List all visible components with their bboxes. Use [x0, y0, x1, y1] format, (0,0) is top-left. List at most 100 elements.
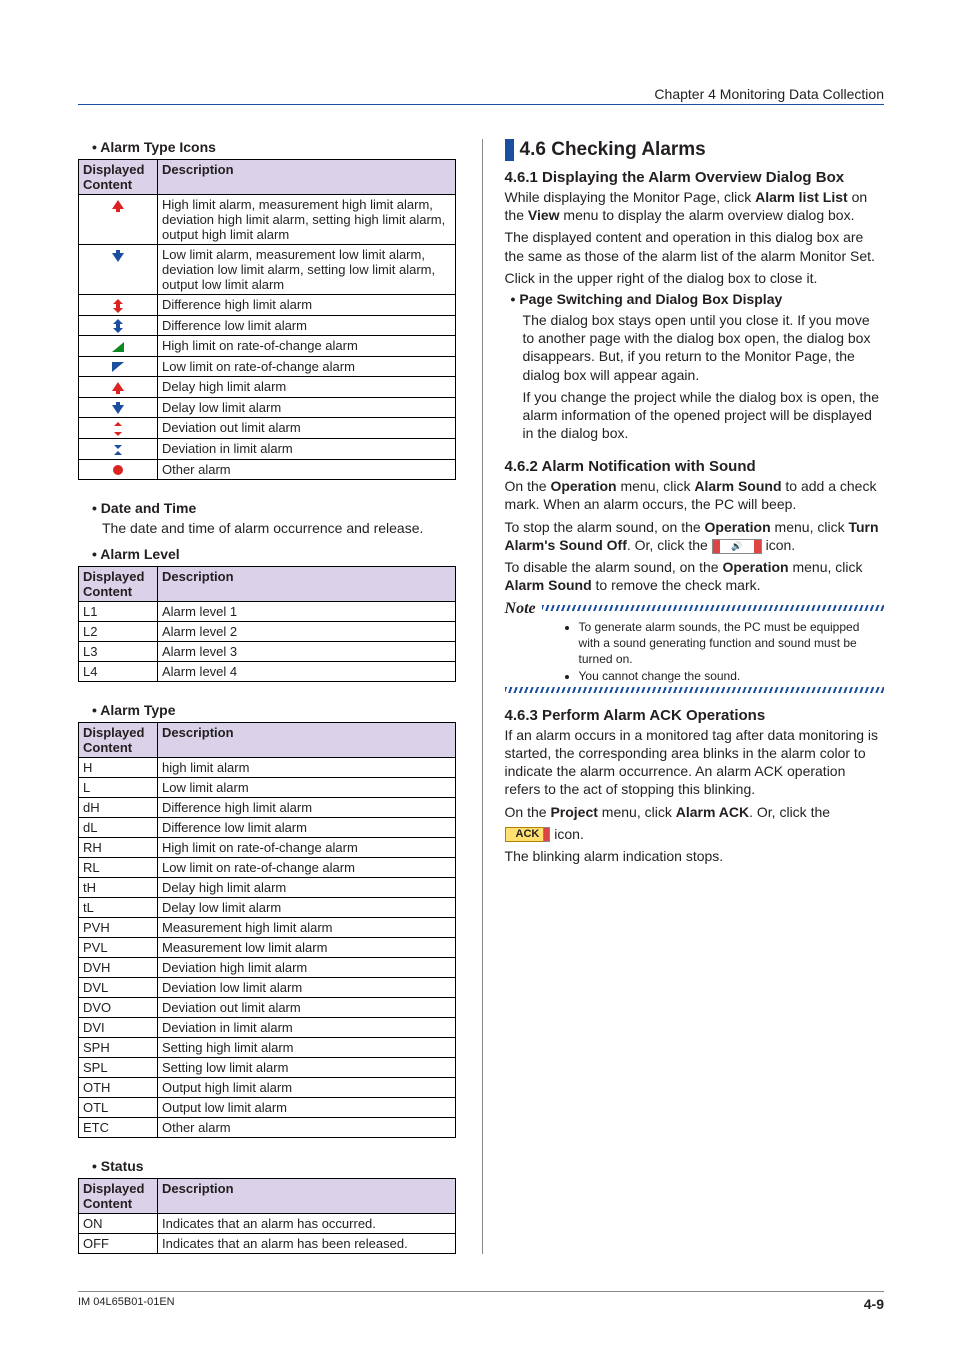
td: Alarm level 2	[158, 621, 456, 641]
td: Deviation in limit alarm	[158, 438, 456, 459]
td: Setting high limit alarm	[158, 1037, 456, 1057]
td: Low limit on rate-of-change alarm	[158, 857, 456, 877]
section-4-6-1: 4.6.1 Displaying the Alarm Overview Dial…	[505, 169, 884, 186]
td: Difference low limit alarm	[158, 817, 456, 837]
section-4-6-2: 4.6.2 Alarm Notification with Sound	[505, 458, 884, 475]
td: DVI	[79, 1017, 158, 1037]
low-limit-icon	[110, 249, 126, 263]
heading-status: Status	[92, 1158, 456, 1174]
right-column: 4.6 Checking Alarms 4.6.1 Displaying the…	[482, 139, 884, 1254]
td: Output high limit alarm	[158, 1077, 456, 1097]
td: Measurement high limit alarm	[158, 917, 456, 937]
td: Low limit on rate-of-change alarm	[158, 356, 456, 377]
heading-alarm-type-icons: Alarm Type Icons	[92, 139, 456, 155]
td: Deviation low limit alarm	[158, 977, 456, 997]
section-4-6-3: 4.6.3 Perform Alarm ACK Operations	[505, 707, 884, 724]
td: DVL	[79, 977, 158, 997]
td: RL	[79, 857, 158, 877]
td: Alarm level 1	[158, 601, 456, 621]
th: Description	[158, 566, 456, 601]
text: On the Project menu, click Alarm ACK. Or…	[505, 803, 884, 821]
text: The displayed content and operation in t…	[505, 228, 884, 264]
td: PVL	[79, 937, 158, 957]
td: DVH	[79, 957, 158, 977]
th: Displayed Content	[79, 1178, 158, 1213]
roc-low-icon	[110, 360, 126, 374]
th: Description	[158, 1178, 456, 1213]
td: Delay high limit alarm	[158, 877, 456, 897]
td: L2	[79, 621, 158, 641]
td: Delay low limit alarm	[158, 397, 456, 418]
td: ON	[79, 1213, 158, 1233]
left-column: Alarm Type Icons Displayed Content Descr…	[78, 139, 456, 1254]
td: dL	[79, 817, 158, 837]
alarm-sound-button-icon: 🔊	[712, 539, 762, 554]
delay-high-icon	[110, 381, 126, 395]
td: OTH	[79, 1077, 158, 1097]
th: Description	[158, 722, 456, 757]
page-footer: IM 04L65B01-01EN 4-9	[78, 1291, 884, 1312]
td: L	[79, 777, 158, 797]
td: SPL	[79, 1057, 158, 1077]
td: Deviation high limit alarm	[158, 957, 456, 977]
td: high limit alarm	[158, 757, 456, 777]
ack-button-icon: ACK	[505, 827, 551, 842]
td: Output low limit alarm	[158, 1097, 456, 1117]
text: If you change the project while the dial…	[523, 388, 884, 443]
td: Difference high limit alarm	[158, 295, 456, 316]
td: RH	[79, 837, 158, 857]
td: Alarm level 3	[158, 641, 456, 661]
td: ETC	[79, 1117, 158, 1137]
table-alarm-level: Displayed Content Description L1Alarm le…	[78, 566, 456, 682]
td: High limit alarm, measurement high limit…	[158, 195, 456, 245]
section-4-6: 4.6 Checking Alarms	[505, 139, 884, 161]
td: Deviation in limit alarm	[158, 1017, 456, 1037]
td: Delay high limit alarm	[158, 377, 456, 398]
td: Measurement low limit alarm	[158, 937, 456, 957]
high-limit-icon	[110, 199, 126, 213]
td: Difference high limit alarm	[158, 797, 456, 817]
th: Description	[158, 160, 456, 195]
td: tL	[79, 897, 158, 917]
table-status: Displayed Content Description ONIndicate…	[78, 1178, 456, 1254]
td: PVH	[79, 917, 158, 937]
note-item: To generate alarm sounds, the PC must be…	[579, 620, 884, 667]
note-divider-icon	[505, 687, 884, 693]
text: To disable the alarm sound, on the Opera…	[505, 558, 884, 594]
td: L3	[79, 641, 158, 661]
text: ACK icon.	[505, 825, 884, 843]
td: Indicates that an alarm has been release…	[158, 1233, 456, 1253]
note-divider-icon	[542, 605, 884, 611]
td: Deviation out limit alarm	[158, 418, 456, 439]
td: Deviation out limit alarm	[158, 997, 456, 1017]
roc-high-icon	[110, 340, 126, 354]
td: DVO	[79, 997, 158, 1017]
page-number: 4-9	[864, 1296, 884, 1312]
td: Other alarm	[158, 1117, 456, 1137]
chapter-header: Chapter 4 Monitoring Data Collection	[78, 86, 884, 105]
note-item: You cannot change the sound.	[579, 669, 884, 685]
th: Displayed Content	[79, 722, 158, 757]
td: OTL	[79, 1097, 158, 1117]
td: Difference low limit alarm	[158, 315, 456, 336]
delay-low-icon	[110, 401, 126, 415]
text: While displaying the Monitor Page, click…	[505, 188, 884, 224]
th: Displayed Content	[79, 566, 158, 601]
td: Setting low limit alarm	[158, 1057, 456, 1077]
td: tH	[79, 877, 158, 897]
note-list: To generate alarm sounds, the PC must be…	[539, 620, 884, 684]
th: Displayed Content	[79, 160, 158, 195]
td: Low limit alarm	[158, 777, 456, 797]
text: Click in the upper right of the dialog b…	[505, 269, 884, 287]
diff-high-icon	[110, 299, 126, 313]
dev-out-icon	[110, 422, 126, 436]
diff-low-icon	[110, 319, 126, 333]
text: To stop the alarm sound, on the Operatio…	[505, 518, 884, 554]
text: The blinking alarm indication stops.	[505, 847, 884, 865]
heading-alarm-type: Alarm Type	[92, 702, 456, 718]
td: High limit on rate-of-change alarm	[158, 837, 456, 857]
table-alarm-type: Displayed Content Description Hhigh limi…	[78, 722, 456, 1138]
heading-alarm-level: Alarm Level	[92, 546, 456, 562]
text: The dialog box stays open until you clos…	[523, 311, 884, 384]
td: Delay low limit alarm	[158, 897, 456, 917]
